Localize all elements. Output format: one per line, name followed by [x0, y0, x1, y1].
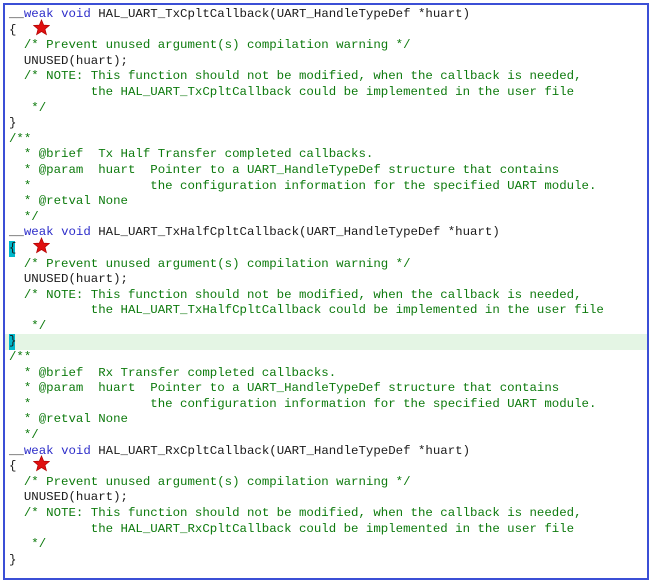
- code-line: * @param huart Pointer to a UART_HandleT…: [9, 381, 647, 397]
- comment-token: */: [9, 428, 39, 443]
- code-token: UNUSED(huart);: [9, 490, 128, 505]
- code-line: /**: [9, 350, 647, 366]
- keyword-token: void: [61, 225, 91, 240]
- comment-token: the HAL_UART_RxCpltCallback could be imp…: [9, 521, 575, 536]
- code-token: }: [9, 552, 17, 567]
- comment-token: * @retval None: [9, 412, 128, 427]
- comment-token: /* NOTE: This function should not be mod…: [23, 69, 582, 84]
- comment-token: */: [9, 318, 47, 333]
- comment-token: */: [9, 100, 47, 115]
- code-line: }: [9, 553, 647, 569]
- code-line: /* Prevent unused argument(s) compilatio…: [9, 257, 647, 273]
- comment-token: * @param huart Pointer to a UART_HandleT…: [9, 162, 560, 177]
- comment-token: * @brief Tx Half Transfer completed call…: [9, 147, 374, 162]
- code-line: {: [9, 236, 647, 257]
- code-token: UNUSED(huart);: [9, 53, 128, 68]
- code-line: /* Prevent unused argument(s) compilatio…: [9, 38, 647, 54]
- matched-brace: }: [9, 334, 17, 351]
- code-line: * @retval None: [9, 412, 647, 428]
- comment-token: * @retval None: [9, 194, 128, 209]
- code-token: {: [9, 459, 17, 474]
- code-line: */: [9, 101, 647, 117]
- code-line: */: [9, 319, 647, 335]
- code-line: __weak void HAL_UART_RxCpltCallback(UART…: [9, 444, 647, 460]
- code-line: UNUSED(huart);: [9, 54, 647, 70]
- comment-token: the HAL_UART_TxHalfCpltCallback could be…: [9, 303, 604, 318]
- code-line: UNUSED(huart);: [9, 272, 647, 288]
- code-line: * @param huart Pointer to a UART_HandleT…: [9, 163, 647, 179]
- code-line: * the configuration information for the …: [9, 397, 647, 413]
- comment-token: /* NOTE: This function should not be mod…: [23, 506, 582, 520]
- code-line: * the configuration information for the …: [9, 179, 647, 195]
- code-token: __: [9, 7, 24, 21]
- comment-token: * @param huart Pointer to a UART_HandleT…: [9, 381, 560, 396]
- code-line: * @retval None: [9, 194, 647, 210]
- comment-token: /* NOTE: This function should not be mod…: [23, 287, 582, 302]
- comment-token: * the configuration information for the …: [9, 396, 597, 411]
- code-token: {: [9, 22, 17, 37]
- code-token: }: [9, 116, 17, 131]
- code-line: }: [5, 334, 647, 351]
- code-line: {: [9, 18, 647, 39]
- keyword-token: void: [61, 7, 91, 21]
- code-token: HAL_UART_TxCpltCallback(UART_HandleTypeD…: [90, 7, 471, 21]
- code-line: __weak void HAL_UART_TxCpltCallback(UART…: [9, 7, 647, 23]
- star-icon: [32, 455, 51, 472]
- code-line: the HAL_UART_TxCpltCallback could be imp…: [9, 85, 647, 101]
- code-token: HAL_UART_TxHalfCpltCallback(UART_HandleT…: [90, 225, 500, 240]
- code-line: UNUSED(huart);: [9, 490, 647, 506]
- code-line: * @brief Tx Half Transfer completed call…: [9, 147, 647, 163]
- code-line: /* NOTE: This function should not be mod…: [9, 69, 647, 85]
- code-line: }: [9, 116, 647, 132]
- comment-token: /* Prevent unused argument(s) compilatio…: [23, 256, 411, 271]
- code-line: /**: [9, 132, 647, 148]
- code-token: __: [9, 443, 24, 458]
- comment-token: /**: [9, 131, 32, 146]
- code-line: /* NOTE: This function should not be mod…: [9, 506, 647, 522]
- comment-token: /* Prevent unused argument(s) compilatio…: [23, 38, 411, 53]
- code-line: {: [9, 455, 647, 475]
- star-icon: [32, 236, 51, 254]
- comment-token: * the configuration information for the …: [9, 178, 597, 193]
- comment-token: /* Prevent unused argument(s) compilatio…: [23, 474, 411, 489]
- code-token: HAL_UART_RxCpltCallback(UART_HandleTypeD…: [90, 443, 471, 458]
- code-line: the HAL_UART_TxHalfCpltCallback could be…: [9, 303, 647, 319]
- comment-token: the HAL_UART_TxCpltCallback could be imp…: [9, 84, 575, 99]
- code-line: * @brief Rx Transfer completed callbacks…: [9, 366, 647, 382]
- code-line: __weak void HAL_UART_TxHalfCpltCallback(…: [9, 225, 647, 241]
- code-token: __: [9, 225, 24, 240]
- code-view[interactable]: __weak void HAL_UART_TxCpltCallback(UART…: [5, 7, 647, 569]
- matched-brace: {: [9, 240, 17, 257]
- keyword-token: void: [61, 443, 91, 458]
- comment-token: */: [9, 209, 39, 224]
- comment-token: /**: [9, 350, 32, 365]
- code-line: the HAL_UART_RxCpltCallback could be imp…: [9, 522, 647, 538]
- code-line: */: [9, 428, 647, 444]
- comment-token: */: [9, 537, 47, 552]
- code-line: /* Prevent unused argument(s) compilatio…: [9, 475, 647, 491]
- code-line: /* NOTE: This function should not be mod…: [9, 288, 647, 304]
- code-editor-frame: __weak void HAL_UART_TxCpltCallback(UART…: [3, 3, 649, 580]
- star-icon: [32, 18, 51, 36]
- comment-token: * @brief Rx Transfer completed callbacks…: [9, 365, 337, 380]
- code-token: UNUSED(huart);: [9, 272, 128, 287]
- code-line: */: [9, 537, 647, 553]
- code-line: */: [9, 210, 647, 226]
